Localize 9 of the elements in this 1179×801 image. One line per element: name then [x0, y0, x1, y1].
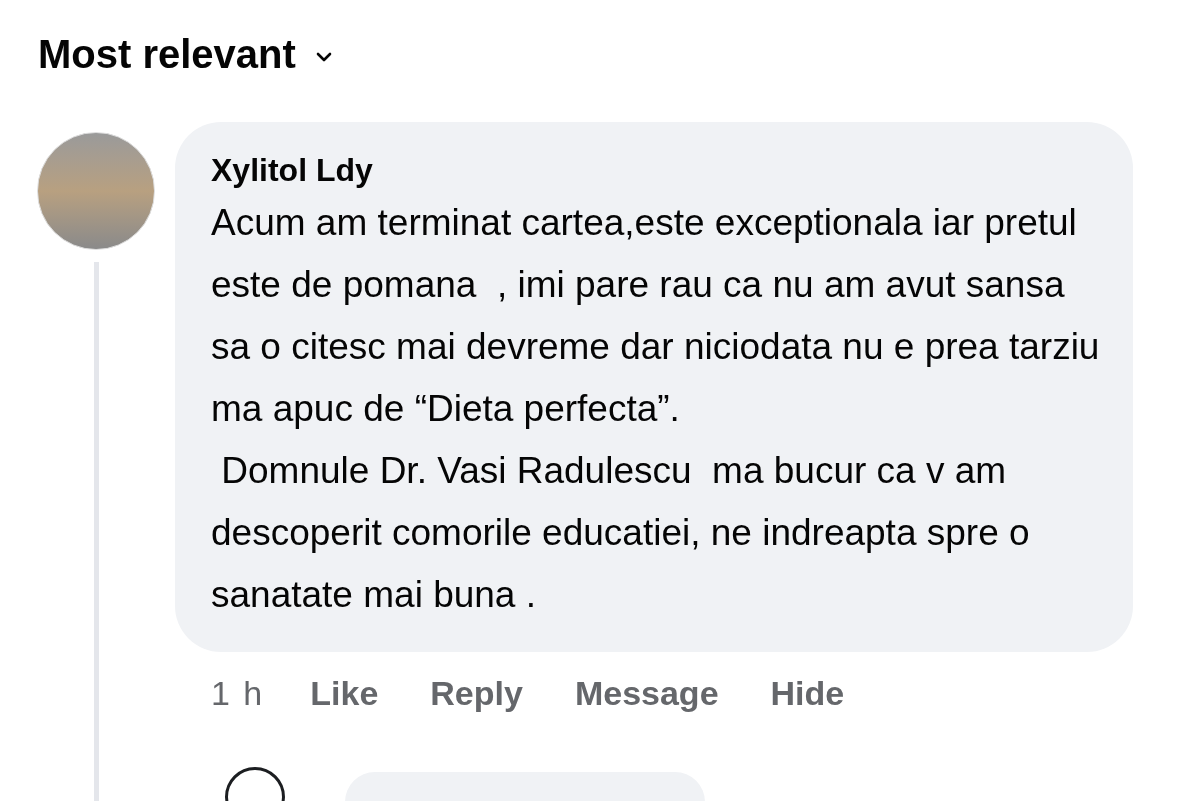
author-name[interactable]: Xylitol Ldy — [211, 150, 1103, 190]
comment-action-link[interactable]: Message — [574, 668, 719, 719]
sort-menu[interactable]: Most relevant — [38, 24, 296, 84]
comment-action-link[interactable]: Like — [310, 668, 379, 719]
comment-action-link[interactable]: Hide — [770, 668, 845, 719]
chevron-down-icon[interactable] — [315, 52, 332, 62]
timestamp[interactable]: 1 h — [211, 668, 265, 719]
comment-action-link[interactable]: Reply — [430, 668, 523, 719]
comment-text: Acum am terminat cartea,este exceptionala iar pretul este de pomana , imi pare rau ca nu am avut sansa sa o citesc mai devreme dar niciodata nu e prea tarziu ma apuc de “Dieta perfecta”. Domnule Dr. Vasi Radulescu ma bucur ca v am descoperit comorile educatiei, ne indreapta spre o sanatate mai buna . — [211, 201, 1101, 617]
